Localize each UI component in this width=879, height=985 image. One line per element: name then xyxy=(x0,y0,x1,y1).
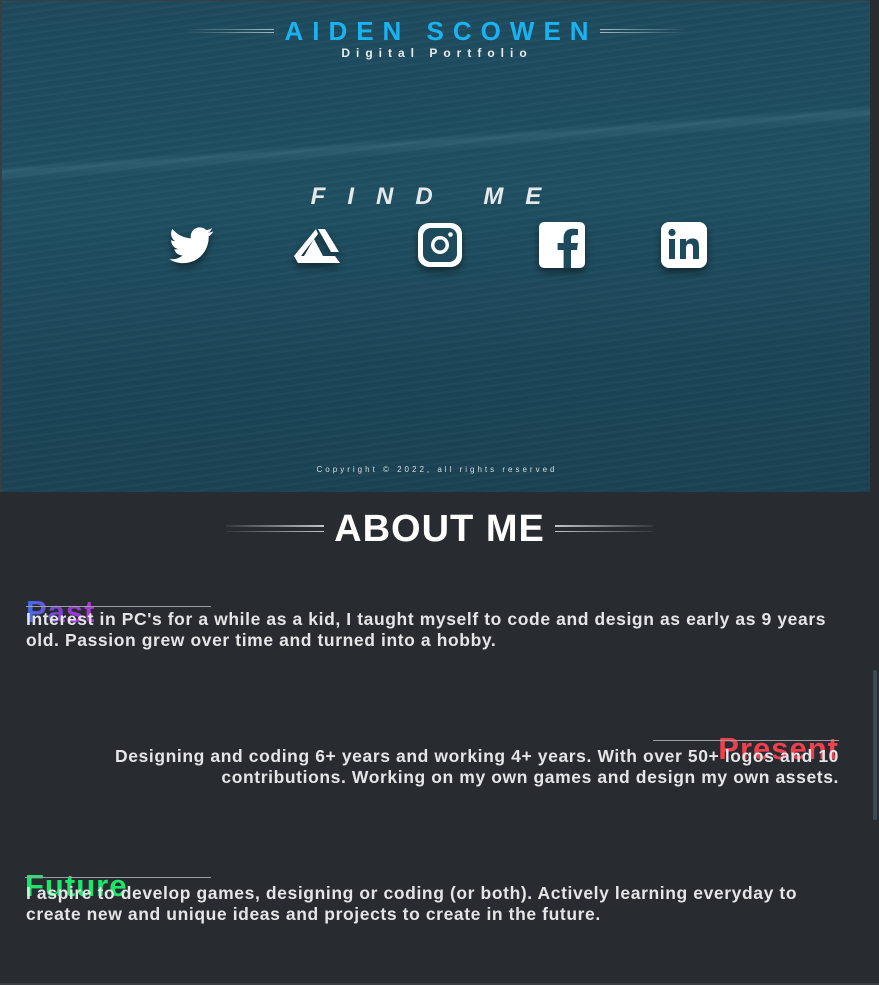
page: AIDEN SCOWEN Digital Portfolio FIND ME C… xyxy=(0,0,879,985)
brand-header: AIDEN SCOWEN Digital Portfolio xyxy=(2,17,872,60)
instagram-link[interactable] xyxy=(415,220,465,270)
brand-decor-line-left xyxy=(186,28,275,34)
twitter-link[interactable] xyxy=(167,220,217,270)
linkedin-icon xyxy=(661,222,707,268)
twitter-icon xyxy=(169,227,214,264)
instagram-icon xyxy=(418,223,462,267)
copyright-text: Copyright © 2022, all rights reserved xyxy=(316,465,558,474)
hero-banner: AIDEN SCOWEN Digital Portfolio FIND ME C… xyxy=(0,0,870,492)
future-underline xyxy=(25,877,211,878)
linkedin-link[interactable] xyxy=(659,220,709,270)
about-decor-line-left xyxy=(226,525,325,533)
past-underline xyxy=(26,606,211,607)
past-text: Interest in PC's for a while as a kid, I… xyxy=(26,609,827,650)
artstation-icon xyxy=(294,229,340,263)
present-text: Designing and coding 6+ years and workin… xyxy=(114,746,839,787)
find-me-heading: FIND ME xyxy=(310,183,564,210)
brand-subtitle: Digital Portfolio xyxy=(341,46,533,60)
social-links xyxy=(2,220,872,270)
brand-decor-line-right xyxy=(599,28,688,34)
brand-name[interactable]: AIDEN SCOWEN xyxy=(284,17,597,45)
artstation-link[interactable] xyxy=(292,220,342,270)
facebook-link[interactable] xyxy=(537,220,587,270)
about-decor-line-right xyxy=(554,525,653,533)
about-title: ABOUT ME xyxy=(334,508,545,550)
present-underline xyxy=(653,740,839,741)
future-text: I aspire to develop games, designing or … xyxy=(26,883,798,924)
facebook-icon xyxy=(539,222,585,268)
scrollbar[interactable] xyxy=(873,670,877,820)
about-header: ABOUT ME xyxy=(0,508,879,550)
